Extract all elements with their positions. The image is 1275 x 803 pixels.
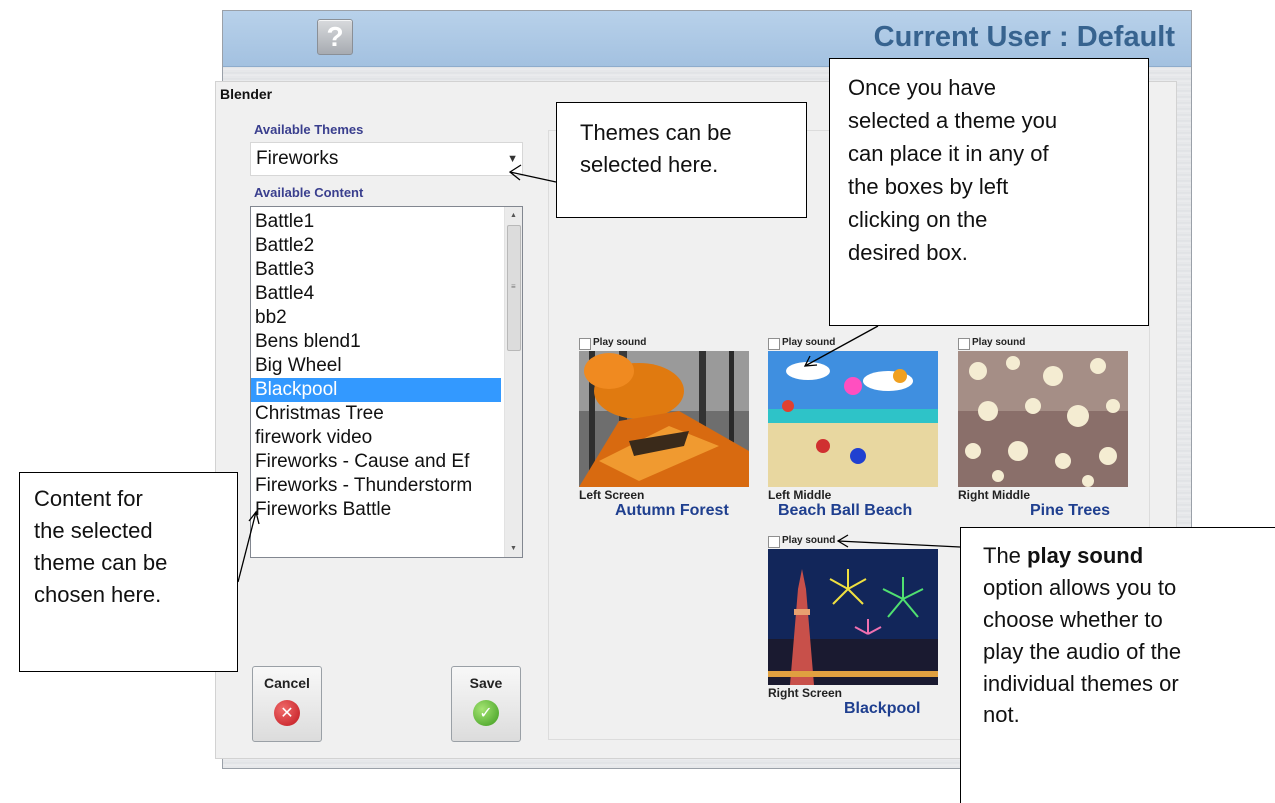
arrow-head — [508, 164, 522, 181]
callout-arrows — [237, 164, 961, 583]
arrow-line — [804, 325, 879, 367]
arrow-line — [837, 540, 961, 548]
arrow-line — [237, 511, 257, 583]
